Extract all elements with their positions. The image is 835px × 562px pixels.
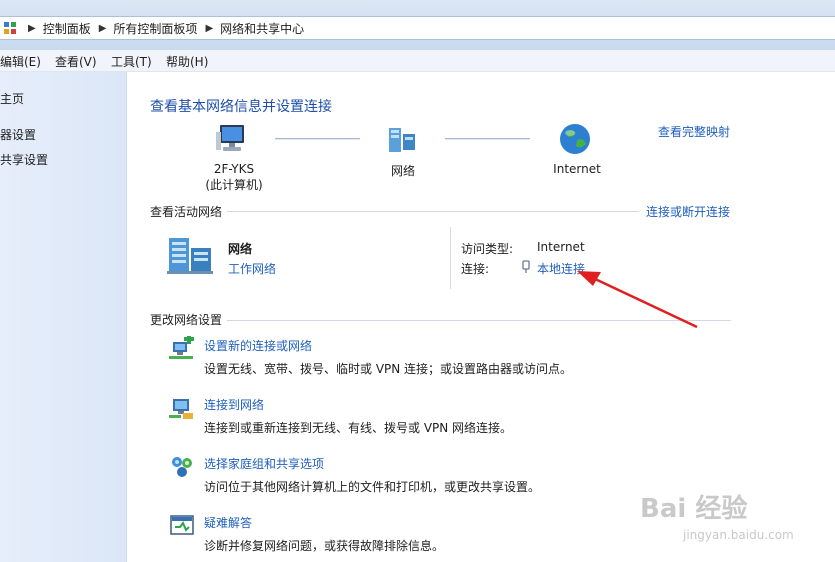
annotation-arrow-icon <box>577 271 698 329</box>
baidu-jingyan-watermark: Bai 经验 <box>640 494 748 524</box>
active-networks-heading: 查看活动网络 <box>150 205 223 219</box>
troubleshoot-icon <box>170 515 194 535</box>
sidebar-item-adapter-settings[interactable]: 器设置 <box>0 126 36 143</box>
chevron-right-icon[interactable]: ▶ <box>99 23 107 34</box>
chevron-right-icon[interactable]: ▶ <box>28 23 36 34</box>
task-troubleshoot-desc: 诊断并修复网络问题，或获得故障排除信息。 <box>204 539 445 553</box>
task-homegroup-link[interactable]: 选择家庭组和共享选项 <box>204 455 324 472</box>
watermark-url: jingyan.baidu.com <box>683 528 794 542</box>
view-full-map-link[interactable]: 查看完整映射 <box>658 123 730 140</box>
vertical-divider <box>450 227 451 289</box>
network-type-link[interactable]: 工作网络 <box>228 260 276 277</box>
menu-edit[interactable]: 编辑(E) <box>0 53 41 70</box>
computer-icon <box>216 125 244 151</box>
computer-name: 2F-YKS <box>213 162 255 176</box>
sidebar-item-home[interactable]: 主页 <box>0 90 24 107</box>
menu-tools[interactable]: 工具(T) <box>111 53 152 70</box>
ethernet-plug-icon <box>522 260 530 273</box>
globe-icon <box>560 124 590 154</box>
task-setup-connection-link[interactable]: 设置新的连接或网络 <box>204 337 312 354</box>
access-type-label: 访问类型: <box>461 242 514 256</box>
breadcrumb-all-items[interactable]: 所有控制面板项 <box>113 20 197 37</box>
breadcrumb-control-panel[interactable]: 控制面板 <box>43 20 91 37</box>
task-connect-network-desc: 连接到或重新连接到无线、有线、拨号或 VPN 网络连接。 <box>204 421 513 435</box>
change-settings-heading: 更改网络设置 <box>150 313 223 327</box>
sidebar-item-sharing-settings[interactable]: 共享设置 <box>0 151 48 168</box>
window-top-bar: ▶ 控制面板 ▶ 所有控制面板项 ▶ 网络和共享中心 <box>0 0 835 50</box>
access-type-value: Internet <box>537 240 585 254</box>
menu-view[interactable]: 查看(V) <box>55 53 97 70</box>
network-icon <box>389 128 415 152</box>
control-panel-icon <box>4 22 16 34</box>
task-homegroup-desc: 访问位于其他网络计算机上的文件和打印机，或更改共享设置。 <box>204 480 541 494</box>
page-title: 查看基本网络信息并设置连接 <box>150 99 332 115</box>
menu-help[interactable]: 帮助(H) <box>166 53 208 70</box>
task-setup-connection-desc: 设置无线、宽带、拨号、临时或 VPN 连接；或设置路由器或访问点。 <box>204 362 573 376</box>
new-connection-icon <box>169 336 194 359</box>
sidebar: 主页 器设置 共享设置 <box>0 72 127 562</box>
connections-label: 连接: <box>461 262 490 276</box>
task-troubleshoot-link[interactable]: 疑难解答 <box>204 514 252 531</box>
internet-label: Internet <box>553 162 601 176</box>
computer-sub: (此计算机) <box>205 178 263 192</box>
active-network-name: 网络 <box>228 242 253 256</box>
map-connector-line <box>445 138 530 140</box>
breadcrumb-network-center[interactable]: 网络和共享中心 <box>220 20 304 37</box>
connect-network-icon <box>169 399 193 419</box>
connect-disconnect-link[interactable]: 连接或断开连接 <box>646 203 730 220</box>
homegroup-icon <box>172 457 192 477</box>
task-connect-network-link[interactable]: 连接到网络 <box>204 396 264 413</box>
chevron-right-icon[interactable]: ▶ <box>205 23 213 34</box>
network-building-icon <box>167 238 213 274</box>
divider <box>227 211 639 212</box>
address-bar[interactable]: ▶ 控制面板 ▶ 所有控制面板项 ▶ 网络和共享中心 <box>0 16 835 40</box>
map-connector-line <box>275 138 360 140</box>
network-label: 网络 <box>390 164 415 178</box>
menu-bar: 编辑(E) 查看(V) 工具(T) 帮助(H) <box>0 50 835 72</box>
